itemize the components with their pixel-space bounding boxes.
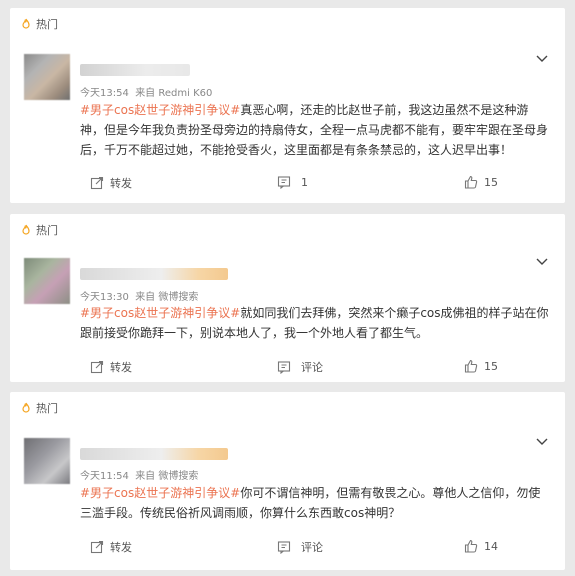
- thumbs-up-icon: [464, 539, 478, 553]
- repost-label: 转发: [110, 361, 132, 374]
- like-button[interactable]: 15: [464, 359, 498, 373]
- like-button[interactable]: 14: [464, 539, 498, 553]
- comment-button[interactable]: 1: [277, 175, 308, 189]
- chevron-down-icon[interactable]: [535, 54, 549, 64]
- hot-label: 热门: [20, 222, 58, 238]
- post-text: #男子cos赵世子游神引争议#就如同我们去拜佛，突然来个癞子cos成佛祖的样子站…: [80, 306, 549, 340]
- comment-icon: [277, 361, 291, 374]
- action-bar: 转发 1 15: [80, 175, 551, 193]
- post-meta: 今天11:54 来自 微博搜索: [80, 467, 198, 482]
- post-text: #男子cos赵世子游神引争议#真恶心啊，还走的比赵世子前，我这边虽然不是这种游神…: [80, 103, 549, 157]
- like-count: 15: [484, 359, 498, 373]
- repost-icon: [90, 176, 104, 190]
- avatar[interactable]: [24, 438, 70, 484]
- repost-button[interactable]: 转发: [90, 539, 132, 555]
- repost-icon: [90, 540, 104, 554]
- comment-count: 1: [301, 175, 308, 189]
- post-card: 热门 今天13:30 来自 微博搜索 #男子cos赵世子游神引争议#就如同我们去…: [10, 214, 565, 382]
- post-source: 来自 微博搜索: [135, 292, 199, 303]
- repost-button[interactable]: 转发: [90, 175, 132, 191]
- username-redacted[interactable]: [80, 64, 190, 76]
- comment-button[interactable]: 评论: [277, 359, 323, 375]
- hot-label: 热门: [20, 16, 58, 32]
- post-time: 今天13:54: [80, 88, 129, 99]
- post-text: #男子cos赵世子游神引争议#你可不谓信神明，但需有敬畏之心。尊他人之信仰，勿使…: [80, 486, 541, 520]
- hashtag-link[interactable]: #男子cos赵世子游神引争议#: [80, 486, 240, 500]
- comment-icon: [277, 541, 291, 554]
- repost-label: 转发: [110, 177, 132, 190]
- post-source: 来自 Redmi K60: [135, 88, 213, 99]
- like-count: 15: [484, 175, 498, 189]
- action-bar: 转发 评论 14: [80, 539, 551, 557]
- chevron-down-icon[interactable]: [535, 437, 549, 447]
- hot-label: 热门: [20, 400, 58, 416]
- like-count: 14: [484, 539, 498, 553]
- comment-button[interactable]: 评论: [277, 539, 323, 555]
- hot-flame-icon: [22, 18, 30, 29]
- post-source: 来自 微博搜索: [135, 471, 199, 482]
- chevron-down-icon[interactable]: [535, 257, 549, 267]
- post-card: 热门 今天13:54 来自 Redmi K60 #男子cos赵世子游神引争议#真…: [10, 8, 565, 203]
- repost-button[interactable]: 转发: [90, 359, 132, 375]
- post-meta: 今天13:54 来自 Redmi K60: [80, 84, 212, 99]
- hot-flame-icon: [22, 224, 30, 235]
- repost-label: 转发: [110, 541, 132, 554]
- thumbs-up-icon: [464, 175, 478, 189]
- avatar[interactable]: [24, 258, 70, 304]
- hot-flame-icon: [22, 402, 30, 413]
- repost-icon: [90, 360, 104, 374]
- comment-label: 评论: [301, 361, 323, 374]
- hashtag-link[interactable]: #男子cos赵世子游神引争议#: [80, 103, 240, 117]
- like-button[interactable]: 15: [464, 175, 498, 189]
- action-bar: 转发 评论 15: [80, 359, 551, 377]
- comment-icon: [277, 176, 291, 189]
- username-redacted[interactable]: [80, 268, 228, 280]
- avatar[interactable]: [24, 54, 70, 100]
- username-redacted[interactable]: [80, 448, 228, 460]
- hashtag-link[interactable]: #男子cos赵世子游神引争议#: [80, 306, 240, 320]
- post-card: 热门 今天11:54 来自 微博搜索 #男子cos赵世子游神引争议#你可不谓信神…: [10, 392, 565, 570]
- thumbs-up-icon: [464, 359, 478, 373]
- post-time: 今天11:54: [80, 471, 129, 482]
- comment-label: 评论: [301, 541, 323, 554]
- post-time: 今天13:30: [80, 292, 129, 303]
- post-meta: 今天13:30 来自 微博搜索: [80, 288, 198, 303]
